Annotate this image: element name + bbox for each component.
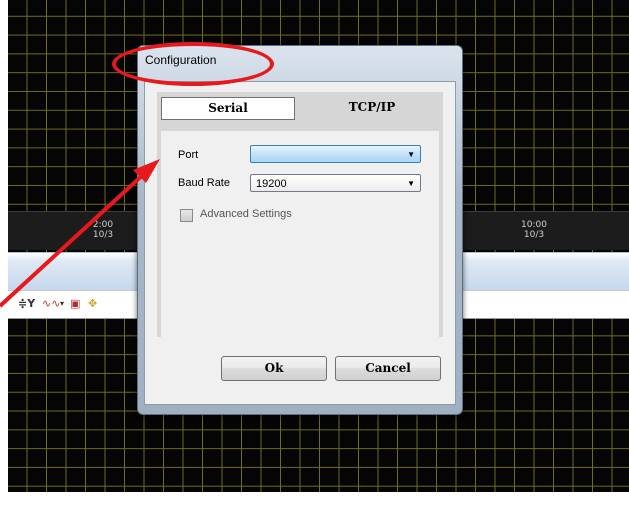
annotation-arrow — [0, 159, 160, 308]
